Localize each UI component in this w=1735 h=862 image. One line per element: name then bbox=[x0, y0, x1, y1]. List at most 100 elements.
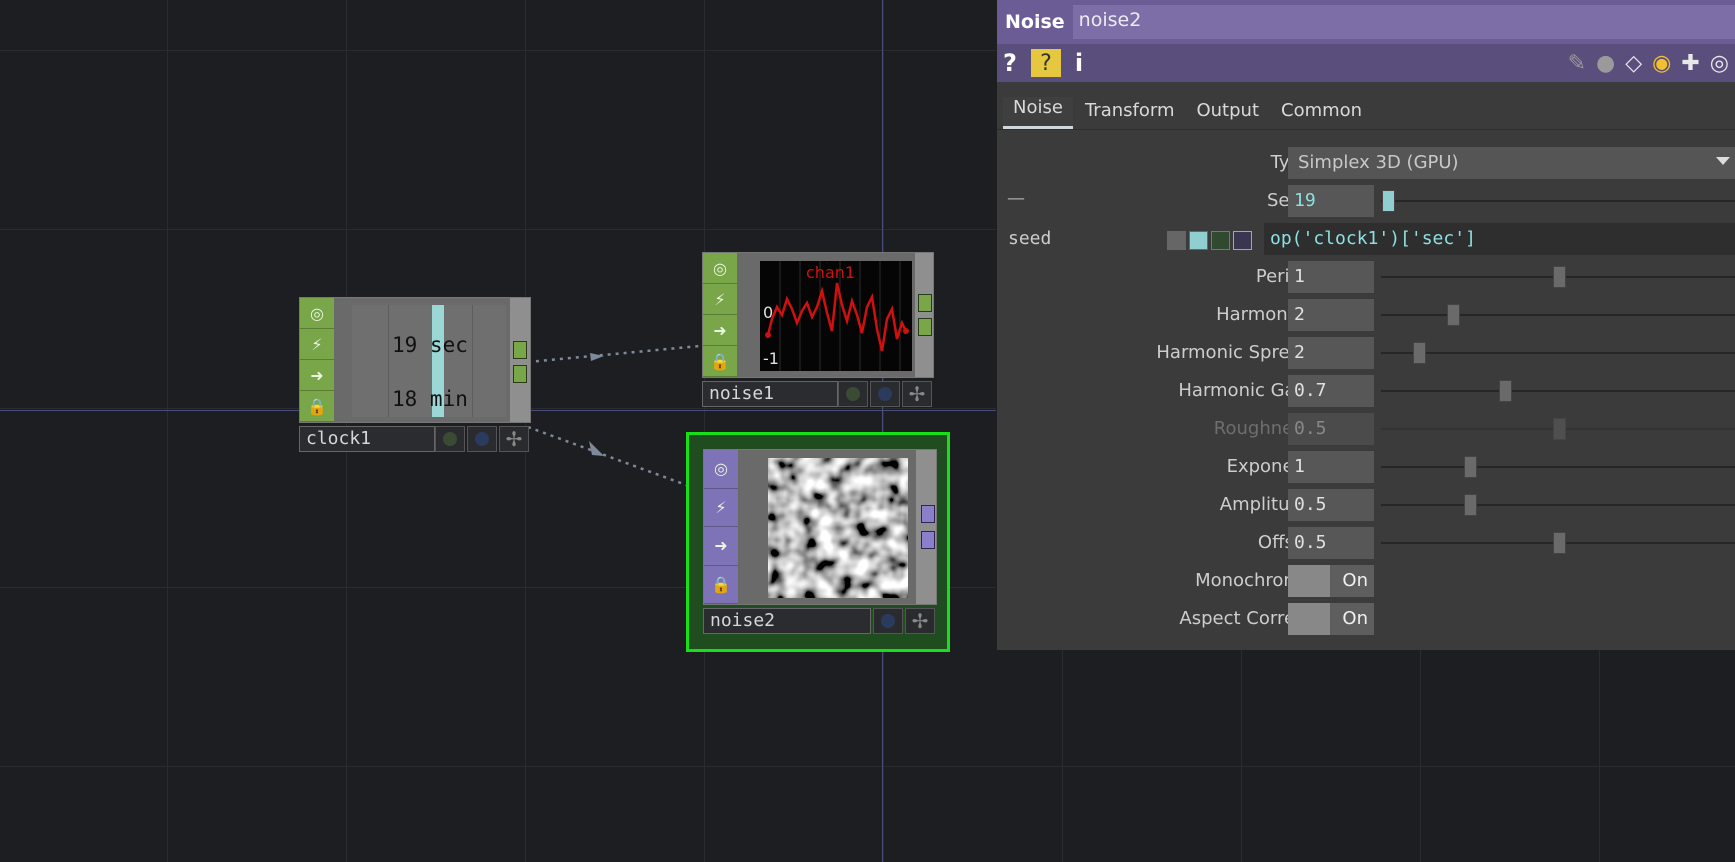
bypass-icon[interactable]: ➜ bbox=[704, 527, 738, 566]
param-seed-expression: seed op('clock1')['sec'] bbox=[997, 220, 1735, 258]
noise1-output-1[interactable] bbox=[918, 294, 932, 312]
cook-icon[interactable]: ⚡ bbox=[704, 488, 738, 527]
noise2-output-2[interactable] bbox=[921, 531, 935, 549]
harmonic-spread-slider-track[interactable] bbox=[1381, 352, 1735, 354]
noise1-y-bottom: -1 bbox=[763, 349, 779, 368]
harmonics-slider-handle[interactable] bbox=[1447, 304, 1460, 326]
panel-toolbar: ? ? i ✎ ● ◇ ◉ ✚ ◎ bbox=[997, 44, 1735, 82]
noise2-bypass-cross-icon[interactable]: ✢ bbox=[905, 608, 935, 634]
type-dropdown[interactable]: Simplex 3D (GPU) bbox=[1288, 147, 1735, 179]
clock1-bypass-cross-icon[interactable]: ✢ bbox=[499, 426, 529, 452]
bypass-icon[interactable]: ➜ bbox=[703, 315, 737, 346]
noise2-output-1[interactable] bbox=[921, 505, 935, 523]
noise2-flags: ◎ ⚡ ➜ 🔒 bbox=[704, 450, 738, 604]
period-slider-handle[interactable] bbox=[1553, 266, 1566, 288]
exponent-field[interactable]: 1 bbox=[1288, 451, 1374, 483]
period-field[interactable]: 1 bbox=[1288, 261, 1374, 293]
noise1-chan-label: chan1 bbox=[806, 263, 856, 282]
exponent-slider-handle[interactable] bbox=[1464, 456, 1477, 478]
viewer-icon[interactable]: ◎ bbox=[300, 298, 334, 329]
harmonic-gain-slider-track[interactable] bbox=[1381, 390, 1735, 392]
cook-icon[interactable]: ⚡ bbox=[300, 329, 334, 360]
tab-noise[interactable]: Noise bbox=[1003, 97, 1073, 129]
wire-arrow-2 bbox=[589, 441, 604, 456]
pencil-icon[interactable]: ✎ bbox=[1568, 51, 1586, 76]
offset-field[interactable]: 0.5 bbox=[1288, 527, 1374, 559]
seed-slider-track[interactable] bbox=[1381, 200, 1735, 202]
param-monochrome: Monochrome On bbox=[997, 562, 1735, 600]
viewer-icon[interactable]: ◎ bbox=[704, 450, 738, 489]
python-icon[interactable]: ◉ bbox=[1652, 51, 1671, 76]
clock1-render-flag[interactable] bbox=[467, 426, 497, 452]
param-harmonic-gain: Harmonic Gain 0.7 bbox=[997, 372, 1735, 410]
clock1-flags: ◎ ⚡ ➜ 🔒 bbox=[300, 298, 334, 422]
monochrome-toggle[interactable]: On bbox=[1288, 565, 1374, 597]
harmonic-spread-field[interactable]: 2 bbox=[1288, 337, 1374, 369]
bind-mode-icon[interactable] bbox=[1233, 231, 1252, 250]
harmonics-field[interactable]: 2 bbox=[1288, 299, 1374, 331]
param-tabs: Noise Transform Output Common bbox=[997, 82, 1735, 130]
harmonic-gain-field[interactable]: 0.7 bbox=[1288, 375, 1374, 407]
amplitude-slider-handle[interactable] bbox=[1464, 494, 1477, 516]
harmonic-gain-slider-handle[interactable] bbox=[1499, 380, 1512, 402]
comment-icon[interactable]: ● bbox=[1596, 51, 1615, 76]
amplitude-slider-track[interactable] bbox=[1381, 504, 1735, 506]
seed-expression-field[interactable]: op('clock1')['sec'] bbox=[1264, 223, 1735, 255]
help-icon[interactable]: ? bbox=[1003, 49, 1017, 77]
clock1-name[interactable]: clock1 bbox=[299, 426, 435, 452]
param-seed: — Seed 19 bbox=[997, 182, 1735, 220]
op-type: Noise bbox=[1005, 11, 1065, 33]
clock1-output-1[interactable] bbox=[513, 341, 527, 359]
seed-expr-name: seed bbox=[1008, 228, 1052, 249]
noise2-render-flag[interactable] bbox=[873, 608, 903, 634]
info-icon[interactable]: i bbox=[1075, 49, 1083, 77]
tab-common[interactable]: Common bbox=[1271, 100, 1372, 129]
lock-icon[interactable]: 🔒 bbox=[300, 391, 334, 422]
cook-icon[interactable]: ⚡ bbox=[703, 284, 737, 315]
noise2-node[interactable]: ◎ ⚡ ➜ 🔒 noise2 ✢ bbox=[686, 432, 950, 652]
param-harmonic-spread: Harmonic Spread 2 bbox=[997, 334, 1735, 372]
python-help-icon[interactable]: ? bbox=[1030, 49, 1061, 77]
noise1-output-2[interactable] bbox=[918, 318, 932, 336]
param-mode-buttons bbox=[1167, 231, 1252, 250]
constant-mode-icon[interactable] bbox=[1167, 231, 1186, 250]
bypass-icon[interactable]: ➜ bbox=[300, 360, 334, 391]
clear-icon[interactable]: ◇ bbox=[1625, 51, 1642, 76]
noise1-name[interactable]: noise1 bbox=[702, 381, 838, 407]
noise2-name[interactable]: noise2 bbox=[703, 608, 871, 634]
seed-collapse-icon[interactable]: — bbox=[1007, 188, 1025, 209]
target-icon[interactable]: ◎ bbox=[1710, 51, 1729, 76]
param-harmonics: Harmonics 2 bbox=[997, 296, 1735, 334]
harmonics-slider-track[interactable] bbox=[1381, 314, 1735, 316]
param-exponent: Exponent 1 bbox=[997, 448, 1735, 486]
param-period: Period 1 bbox=[997, 258, 1735, 296]
amplitude-field[interactable]: 0.5 bbox=[1288, 489, 1374, 521]
seed-field[interactable]: 19 bbox=[1288, 185, 1374, 217]
aspect-correct-value: On bbox=[1342, 608, 1368, 629]
noise2-tile[interactable]: ◎ ⚡ ➜ 🔒 bbox=[703, 449, 937, 605]
expression-mode-icon[interactable] bbox=[1189, 231, 1208, 250]
noise1-tile[interactable]: ◎ ⚡ ➜ 🔒 chan1 0 -1 bbox=[702, 252, 934, 378]
export-mode-icon[interactable] bbox=[1211, 231, 1230, 250]
seed-slider-handle[interactable] bbox=[1382, 190, 1395, 212]
clock1-display-flag[interactable] bbox=[435, 426, 465, 452]
clock1-output-2[interactable] bbox=[513, 365, 527, 383]
noise1-render-flag[interactable] bbox=[870, 381, 900, 407]
clock1-tile[interactable]: ◎ ⚡ ➜ 🔒 19 sec 18 min bbox=[299, 297, 531, 423]
noise2-texture-preview bbox=[768, 458, 908, 598]
noise1-bypass-cross-icon[interactable]: ✢ bbox=[902, 381, 932, 407]
exponent-slider-track[interactable] bbox=[1381, 466, 1735, 468]
viewer-icon[interactable]: ◎ bbox=[703, 253, 737, 284]
aspect-correct-toggle[interactable]: On bbox=[1288, 603, 1374, 635]
tab-output[interactable]: Output bbox=[1186, 100, 1269, 129]
tab-transform[interactable]: Transform bbox=[1075, 100, 1185, 129]
noise1-display-flag[interactable] bbox=[838, 381, 868, 407]
add-icon[interactable]: ✚ bbox=[1681, 51, 1699, 76]
param-roughness: Roughness 0.5 bbox=[997, 410, 1735, 448]
harmonic-spread-slider-handle[interactable] bbox=[1413, 342, 1426, 364]
offset-slider-handle[interactable] bbox=[1553, 532, 1566, 554]
lock-icon[interactable]: 🔒 bbox=[704, 565, 738, 604]
wire-clock1-noise2 bbox=[527, 425, 701, 492]
lock-icon[interactable]: 🔒 bbox=[703, 346, 737, 377]
op-name-field[interactable]: noise2 bbox=[1072, 5, 1735, 39]
